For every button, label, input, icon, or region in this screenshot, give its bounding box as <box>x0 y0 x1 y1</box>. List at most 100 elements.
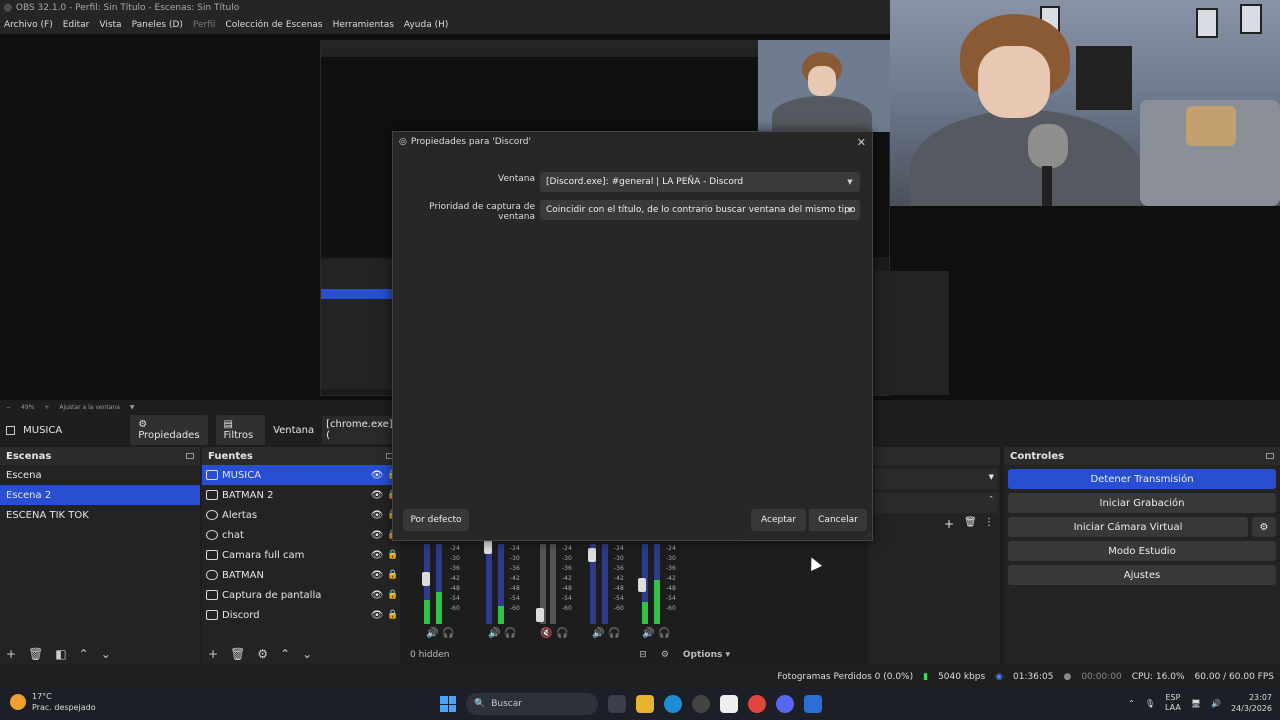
chevron-down-icon[interactable]: ▼ <box>130 404 135 411</box>
lock-icon[interactable]: 🔒 <box>386 550 400 560</box>
start-virtual-camera-button[interactable]: Iniciar Cámara Virtual <box>1008 517 1248 537</box>
stop-stream-button[interactable]: Detener Transmisión <box>1008 469 1276 489</box>
source-item[interactable]: BATMAN 2👁🔒 <box>202 485 400 505</box>
window-select[interactable]: [chrome.exe]: ( <box>322 416 400 444</box>
discord-icon[interactable] <box>776 695 794 713</box>
chrome-icon[interactable] <box>748 695 766 713</box>
virtual-camera-settings-icon[interactable]: ⚙ <box>1252 517 1276 537</box>
headphones-icon[interactable]: 🎧 <box>504 628 516 639</box>
speaker-icon[interactable]: 🔊 <box>426 628 438 639</box>
headphones-icon[interactable]: 🎧 <box>658 628 670 639</box>
source-item[interactable]: chat👁🔒 <box>202 525 400 545</box>
source-properties-icon[interactable]: ⚙ <box>257 647 268 661</box>
move-up-icon[interactable]: ⌃ <box>79 647 89 661</box>
source-item[interactable]: BATMAN 👁 🔒 <box>202 565 400 585</box>
source-item[interactable]: Camara full cam 👁 🔒 <box>202 545 400 565</box>
move-down-icon[interactable]: ⌄ <box>302 647 312 661</box>
volume-fader[interactable] <box>638 578 646 592</box>
scene-item[interactable]: Escena <box>0 465 200 485</box>
defaults-button[interactable]: Por defecto <box>403 509 469 531</box>
start-recording-button[interactable]: Iniciar Grabación <box>1008 493 1276 513</box>
window-select[interactable]: [Discord.exe]: #general | LA PEÑA - Disc… <box>540 172 860 192</box>
undock-icon[interactable] <box>1266 453 1274 459</box>
advanced-audio-icon[interactable]: ⚙ <box>661 650 669 660</box>
add-source-icon[interactable]: + <box>208 647 218 661</box>
volume-fader[interactable] <box>588 548 596 562</box>
cancel-button[interactable]: Cancelar <box>809 509 867 531</box>
source-item[interactable]: MUSICA👁🔒 <box>202 465 400 485</box>
move-down-icon[interactable]: ⌄ <box>101 647 111 661</box>
scene-item[interactable]: ESCENA TIK TOK <box>0 505 200 525</box>
undock-icon[interactable] <box>186 453 194 459</box>
source-item[interactable]: Captura de pantalla 👁 🔒 <box>202 585 400 605</box>
add-scene-icon[interactable]: + <box>6 647 16 661</box>
close-icon[interactable]: ✕ <box>857 136 866 149</box>
properties-button[interactable]: ⚙ Propiedades <box>130 415 208 445</box>
lock-icon[interactable]: 🔒 <box>386 570 400 580</box>
visibility-eye-icon[interactable]: 👁 <box>368 510 386 521</box>
zoom-out-icon[interactable]: − <box>6 404 11 411</box>
menu-herramientas[interactable]: Herramientas <box>333 20 394 30</box>
taskbar-search[interactable]: 🔍 Buscar <box>466 693 598 715</box>
filters-icon[interactable]: ◧ <box>55 647 66 661</box>
headphones-icon[interactable]: 🎧 <box>608 628 620 639</box>
add-transition-icon[interactable]: + <box>944 517 954 531</box>
lock-icon[interactable]: 🔒 <box>386 590 400 600</box>
zoom-in-icon[interactable]: + <box>44 404 49 411</box>
tray-overflow-icon[interactable]: ⌃ <box>1128 699 1135 708</box>
volume-fader[interactable] <box>484 540 492 554</box>
options-button[interactable]: Options ▾ <box>683 650 730 660</box>
file-explorer-icon[interactable] <box>636 695 654 713</box>
windows-start-icon[interactable] <box>440 696 456 712</box>
visibility-eye-icon[interactable]: 👁 <box>368 530 386 541</box>
transition-select[interactable]: ▼ <box>874 469 998 489</box>
visibility-eye-icon[interactable]: 👁 <box>368 550 386 561</box>
capcut-icon[interactable] <box>720 695 738 713</box>
menu-vista[interactable]: Vista <box>99 20 121 30</box>
language-indicator[interactable]: ESP LAA <box>1165 693 1181 713</box>
visibility-eye-icon[interactable]: 👁 <box>368 490 386 501</box>
volume-icon[interactable]: 🔊 <box>1211 699 1221 708</box>
remove-scene-icon[interactable]: 🗑 <box>28 647 43 661</box>
settings-button[interactable]: Ajustes <box>1008 565 1276 585</box>
move-up-icon[interactable]: ⌃ <box>280 647 290 661</box>
source-item[interactable]: Discord 👁 🔒 <box>202 605 400 625</box>
menu-paneles[interactable]: Paneles (D) <box>132 20 183 30</box>
headphones-icon[interactable]: 🎧 <box>556 628 568 639</box>
remove-transition-icon[interactable]: 🗑 <box>964 517 977 528</box>
source-item[interactable]: Alertas👁🔒 <box>202 505 400 525</box>
muted-speaker-icon[interactable]: 🔇 <box>540 628 552 639</box>
network-icon[interactable]: 🖥 <box>1191 699 1201 708</box>
accept-button[interactable]: Aceptar <box>751 509 806 531</box>
filters-button[interactable]: ▤ Filtros <box>215 415 266 445</box>
clock[interactable]: 23:07 24/3/2026 <box>1231 692 1272 714</box>
weather-widget[interactable]: 17°C Prac. despejado <box>10 691 96 713</box>
visibility-eye-icon[interactable]: 👁 <box>368 470 386 481</box>
menu-coleccion-escenas[interactable]: Colección de Escenas <box>225 20 322 30</box>
speaker-icon[interactable]: 🔊 <box>592 628 604 639</box>
volume-fader[interactable] <box>422 572 430 586</box>
lock-icon[interactable]: 🔒 <box>386 610 400 620</box>
menu-archivo[interactable]: Archivo (F) <box>4 20 53 30</box>
task-view-icon[interactable] <box>608 695 626 713</box>
shield-app-icon[interactable] <box>804 695 822 713</box>
capture-priority-select[interactable]: Coincidir con el título, de lo contrario… <box>540 200 860 220</box>
menu-editar[interactable]: Editar <box>63 20 90 30</box>
visibility-eye-icon[interactable]: 👁 <box>368 610 386 621</box>
edge-icon[interactable] <box>664 695 682 713</box>
headphones-icon[interactable]: 🎧 <box>442 628 454 639</box>
speaker-icon[interactable]: 🔊 <box>488 628 500 639</box>
menu-ayuda[interactable]: Ayuda (H) <box>404 20 448 30</box>
obs-icon[interactable] <box>692 695 710 713</box>
volume-fader[interactable] <box>536 608 544 622</box>
visibility-eye-icon[interactable]: 👁 <box>368 570 386 581</box>
remove-source-icon[interactable]: 🗑 <box>230 647 245 661</box>
fit-window-label[interactable]: Ajustar a la ventana <box>59 404 120 411</box>
duration-spinbox[interactable]: ⌃ <box>874 493 998 513</box>
layout-icon[interactable]: ⊟ <box>639 650 647 660</box>
scene-item[interactable]: Escena 2 <box>0 485 200 505</box>
microphone-icon[interactable]: 🎙 <box>1145 699 1155 708</box>
visibility-eye-icon[interactable]: 👁 <box>368 590 386 601</box>
more-icon[interactable]: ⋮ <box>984 517 994 528</box>
resize-grip-icon[interactable]: ⋰ <box>864 532 871 540</box>
